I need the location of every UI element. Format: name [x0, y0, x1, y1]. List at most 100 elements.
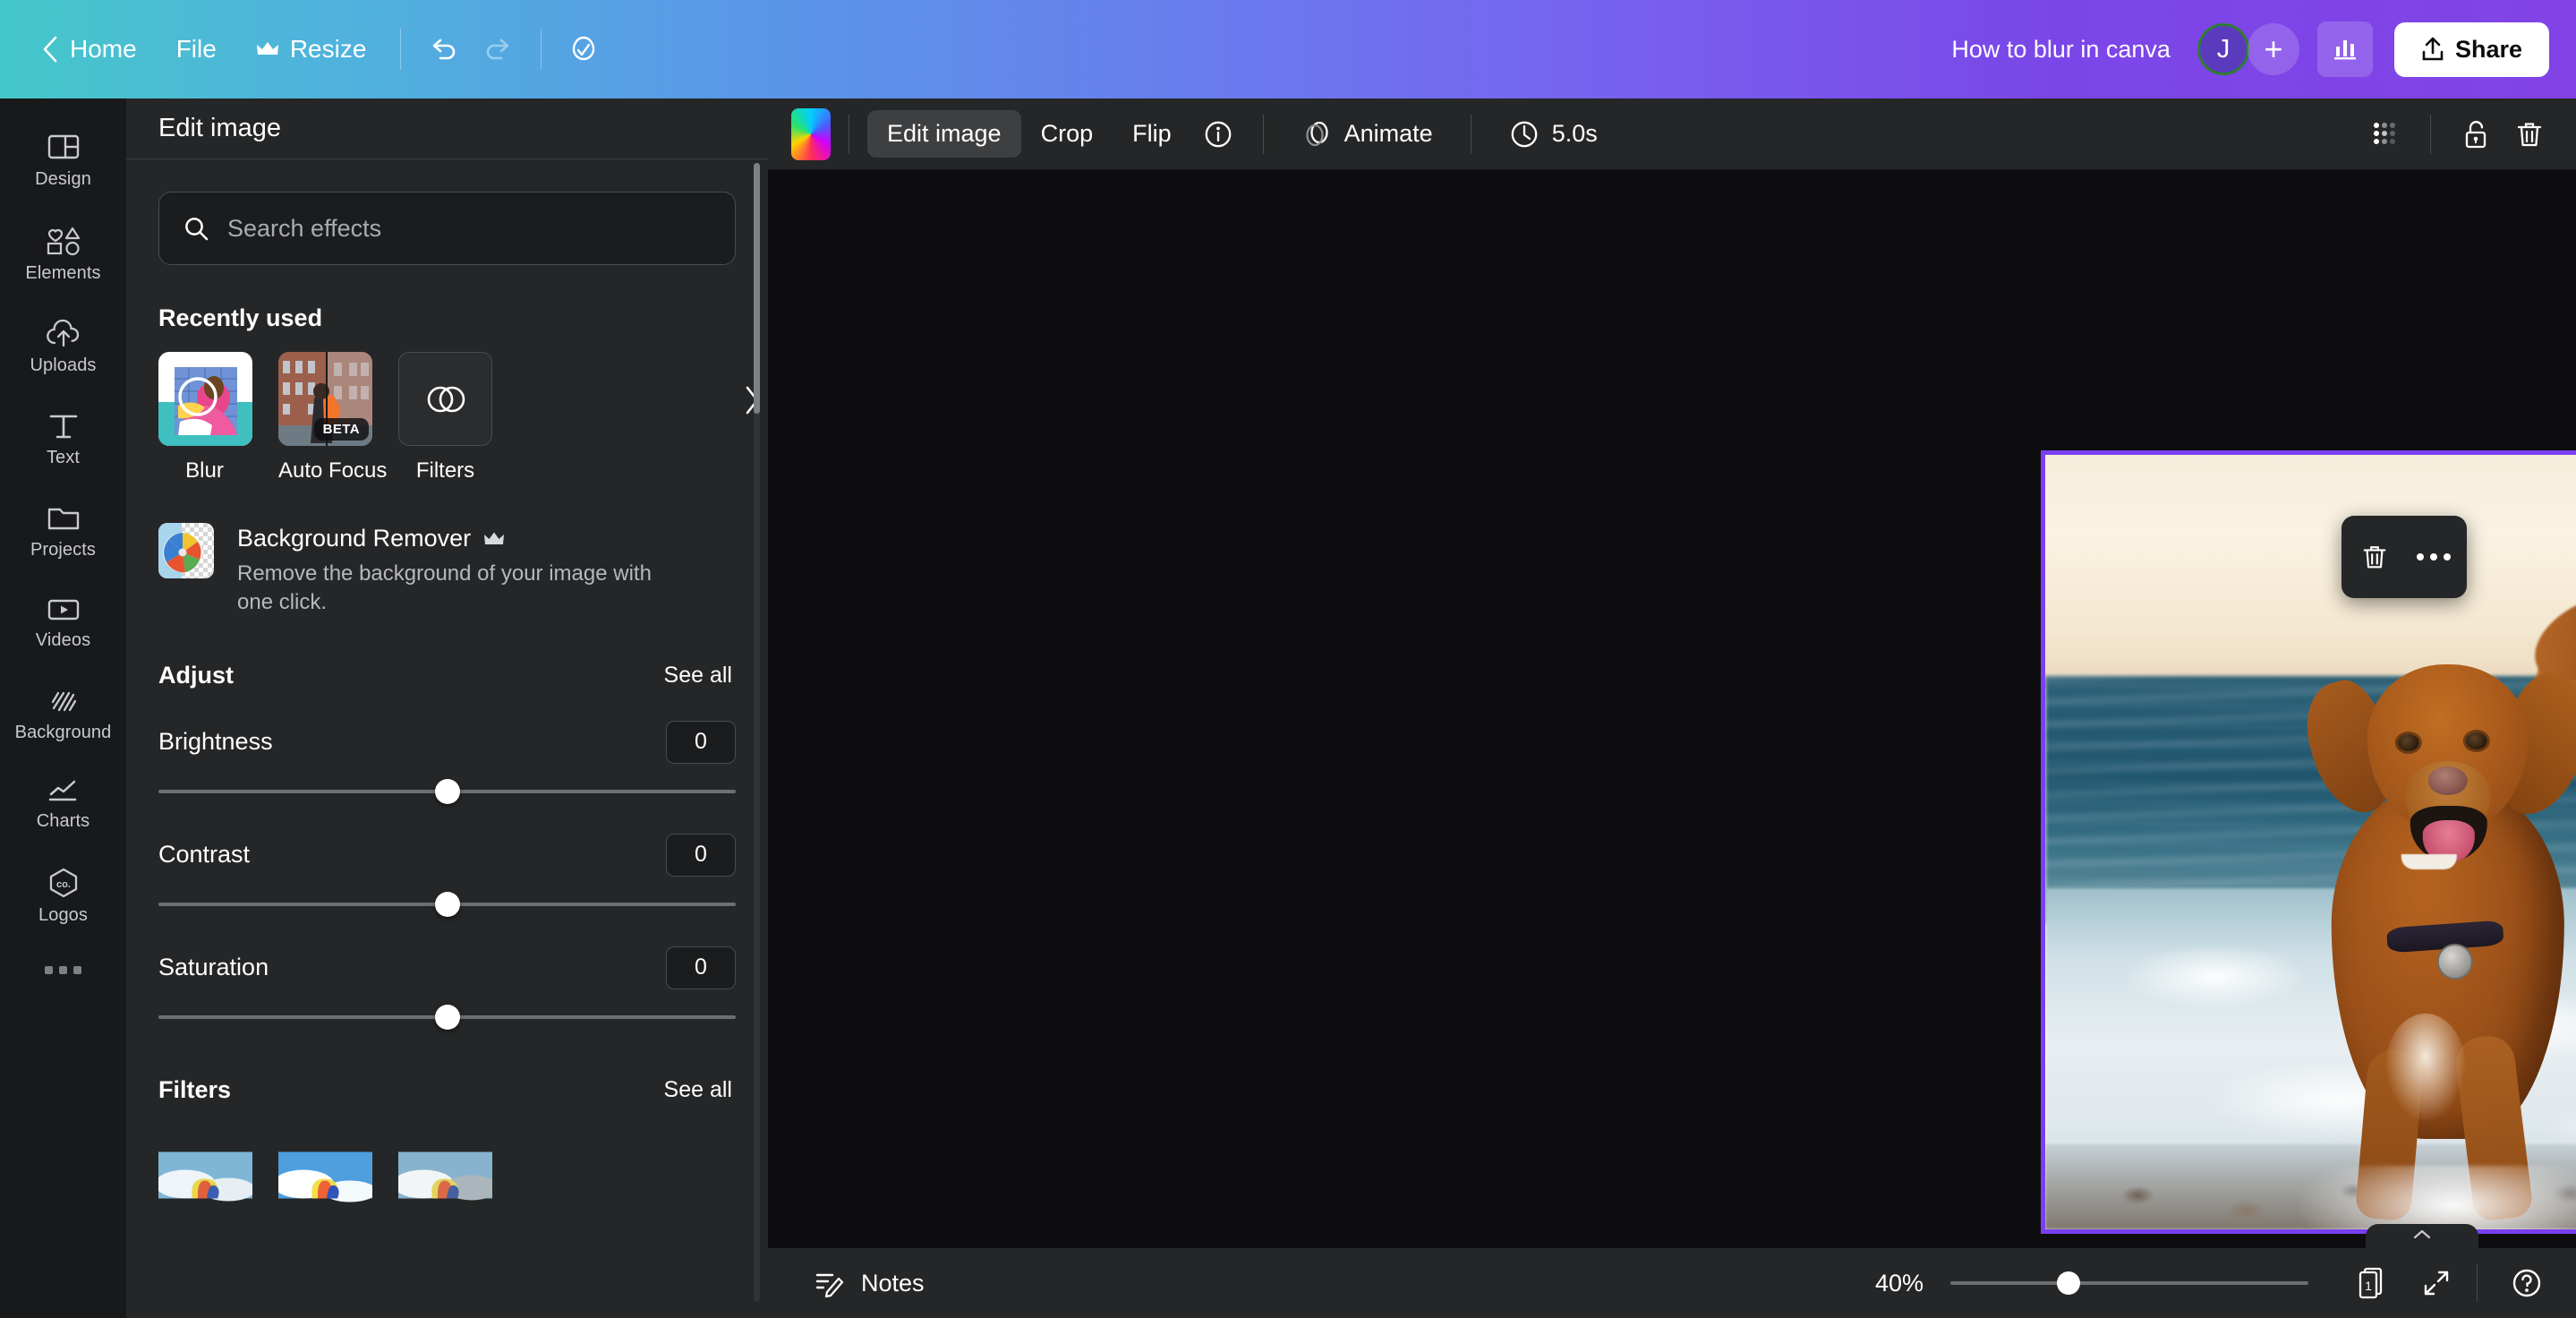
page-count-icon: 1: [2356, 1265, 2388, 1301]
share-button[interactable]: Share: [2393, 21, 2549, 77]
top-header: Home File Resize How to blur in canva J …: [0, 0, 2576, 98]
sidebar-item-label: Background: [14, 723, 112, 742]
animate-button[interactable]: Animate: [1282, 109, 1453, 159]
sidebar-item-videos[interactable]: Videos: [8, 583, 118, 662]
delete-element-button[interactable]: [2349, 531, 2401, 583]
search-icon: [183, 215, 209, 242]
background-remover-item[interactable]: Background Remover Remove the background…: [158, 523, 736, 618]
toolbar-divider-2: [1262, 114, 1264, 154]
sidebar-item-charts[interactable]: Charts: [8, 766, 118, 843]
header-divider-1: [400, 29, 402, 70]
saturation-row: Saturation 0: [158, 946, 736, 989]
saturation-slider[interactable]: [158, 1002, 736, 1032]
sidebar-item-elements[interactable]: Elements: [8, 212, 118, 295]
sidebar-item-uploads[interactable]: Uploads: [8, 306, 118, 387]
sidebar-item-projects[interactable]: Projects: [8, 491, 118, 571]
page-count-button[interactable]: 1: [2344, 1255, 2400, 1311]
undo-button[interactable]: [415, 21, 471, 77]
home-button[interactable]: Home: [21, 24, 157, 74]
document-title[interactable]: How to blur in canva: [1951, 36, 2171, 64]
lock-button[interactable]: [2449, 107, 2503, 161]
crop-button[interactable]: Crop: [1021, 110, 1113, 158]
filter-thumb[interactable]: [278, 1128, 372, 1222]
svg-text:co.: co.: [56, 879, 71, 890]
toolbar-divider-4: [2430, 114, 2431, 154]
sidebar-item-label: Projects: [30, 540, 97, 560]
adjust-see-all[interactable]: See all: [661, 657, 736, 694]
contrast-slider[interactable]: [158, 889, 736, 920]
resize-button[interactable]: Resize: [236, 24, 387, 74]
resize-label: Resize: [289, 35, 367, 63]
dog-photo[interactable]: [2045, 455, 2576, 1229]
duration-button[interactable]: 5.0s: [1489, 109, 1617, 159]
collapse-icon: [2410, 1226, 2435, 1242]
cloud-saved-icon: [567, 34, 600, 64]
panel-scrollbar-thumb[interactable]: [754, 163, 760, 414]
dog-tag: [2436, 943, 2473, 980]
canvas-area[interactable]: + Add page: [768, 170, 2576, 1248]
search-input[interactable]: [227, 214, 712, 243]
info-button[interactable]: [1191, 107, 1245, 161]
avatar[interactable]: J: [2196, 23, 2249, 75]
notes-button[interactable]: Notes: [800, 1260, 939, 1306]
sidebar-item-label: Uploads: [30, 355, 97, 375]
more-options-button[interactable]: [2408, 531, 2460, 583]
adjust-header: Adjust See all: [158, 657, 736, 694]
effects-next-button[interactable]: [734, 382, 768, 418]
slider-knob[interactable]: [434, 778, 460, 804]
file-label: File: [175, 35, 217, 63]
transparency-button[interactable]: [2358, 107, 2412, 161]
brightness-slider[interactable]: [158, 776, 736, 807]
recently-used-effects: Blur BETA Auto Focus Filters: [158, 352, 759, 484]
sidebar-item-logos[interactable]: co. Logos: [8, 854, 118, 937]
panel-title: Edit image: [158, 114, 282, 142]
notes-collapse-tab[interactable]: [2366, 1224, 2478, 1248]
effect-filters[interactable]: Filters: [398, 352, 492, 484]
notes-label: Notes: [861, 1269, 925, 1297]
help-button[interactable]: [2499, 1255, 2555, 1311]
effect-label: Blur: [185, 458, 224, 483]
sidebar-item-background[interactable]: Background: [8, 673, 118, 754]
status-divider: [2477, 1264, 2478, 1302]
sidebar-item-label: Logos: [38, 905, 88, 925]
element-toolbar: Edit image Crop Flip Animate 5.0s: [768, 98, 2576, 170]
elements-icon: [45, 225, 82, 257]
color-picker-swatch[interactable]: [791, 107, 831, 160]
effect-auto-focus[interactable]: BETA Auto Focus: [278, 352, 387, 484]
animate-label: Animate: [1343, 120, 1433, 147]
sidebar-more-button[interactable]: [32, 954, 94, 987]
contrast-value[interactable]: 0: [666, 833, 736, 877]
zoom-percent: 40%: [1874, 1269, 1923, 1297]
logos-icon: co.: [46, 867, 81, 899]
share-upload-icon: [2421, 36, 2444, 63]
design-icon: [46, 131, 81, 163]
stats-icon: [2332, 36, 2358, 63]
edit-image-button[interactable]: Edit image: [867, 110, 1021, 158]
filter-thumb[interactable]: [398, 1128, 492, 1222]
delete-button[interactable]: [2503, 107, 2556, 161]
file-menu-button[interactable]: File: [157, 24, 236, 74]
clock-icon: [1509, 119, 1540, 150]
saturation-value[interactable]: 0: [666, 946, 736, 989]
slider-knob[interactable]: [434, 1004, 460, 1030]
editor-body: Design Elements Uploads Text Projects Vi…: [0, 98, 2576, 1318]
effect-blur[interactable]: Blur: [158, 352, 252, 484]
dog-chest-patch: [2384, 1013, 2466, 1121]
slider-knob[interactable]: [434, 891, 460, 917]
fullscreen-button[interactable]: [2409, 1255, 2464, 1311]
add-collaborator-button[interactable]: +: [2247, 23, 2299, 75]
redo-button[interactable]: [471, 21, 526, 77]
flip-button[interactable]: Flip: [1113, 110, 1191, 158]
zoom-slider-knob[interactable]: [2057, 1271, 2080, 1295]
zoom-slider[interactable]: [1950, 1270, 2308, 1297]
canvas-page[interactable]: [2041, 450, 2576, 1234]
cloud-saved-button[interactable]: [556, 21, 611, 77]
search-effects-box[interactable]: [158, 192, 736, 265]
filter-thumb[interactable]: [158, 1128, 252, 1222]
sidebar-item-text[interactable]: Text: [8, 398, 118, 479]
brightness-value[interactable]: 0: [666, 720, 736, 764]
sidebar-item-design[interactable]: Design: [8, 118, 118, 201]
stats-button[interactable]: [2316, 21, 2373, 77]
filters-see-all[interactable]: See all: [661, 1072, 736, 1108]
toolbar-right-group: [2358, 107, 2556, 161]
